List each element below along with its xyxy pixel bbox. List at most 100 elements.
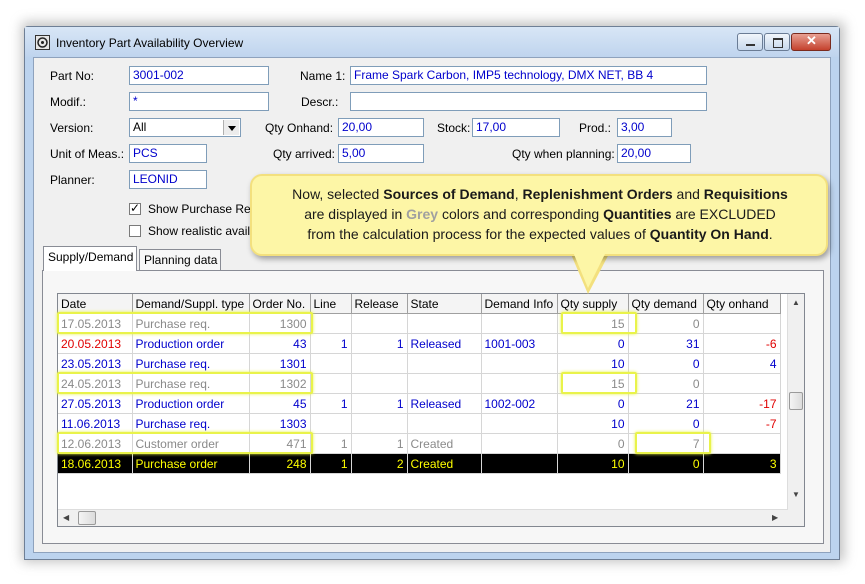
- empty-cell: [703, 474, 780, 494]
- version-value: All: [133, 120, 147, 134]
- cell-release: 1: [351, 393, 408, 414]
- callout-text-part: Now, selected: [292, 186, 384, 202]
- horizontal-scrollbar[interactable]: ◀ ▶: [58, 509, 788, 526]
- cell-line: [310, 313, 352, 334]
- cell-demand-info: [481, 313, 558, 334]
- close-icon: ✕: [806, 33, 817, 48]
- qty-onhand-field[interactable]: 20,00: [338, 118, 424, 137]
- cell-date: 20.05.2013: [58, 333, 133, 354]
- cell-qty-onhand: 4: [703, 353, 781, 374]
- cell-line: [310, 413, 352, 434]
- show-purchase-checkbox[interactable]: [129, 201, 141, 215]
- vertical-scroll-thumb[interactable]: [789, 392, 803, 410]
- cell-type: Purchase req.: [132, 413, 250, 434]
- col-type[interactable]: Demand/Suppl. type: [132, 294, 250, 314]
- prod-field[interactable]: 3,00: [617, 118, 672, 137]
- col-release[interactable]: Release: [351, 294, 408, 314]
- col-demand-info[interactable]: Demand Info: [481, 294, 558, 314]
- qty-planning-field[interactable]: 20,00: [617, 144, 691, 163]
- empty-cell: [132, 474, 249, 494]
- tab-supply-demand[interactable]: Supply/Demand: [43, 246, 137, 271]
- cell-state: [407, 353, 482, 374]
- callout-text-part: colors and corresponding: [438, 206, 604, 222]
- col-qty-supply[interactable]: Qty supply: [557, 294, 629, 314]
- qty-arrived-field[interactable]: 5,00: [338, 144, 424, 163]
- chevron-down-icon[interactable]: [223, 120, 239, 135]
- cell-line: 1: [310, 333, 352, 354]
- cell-state: [407, 413, 482, 434]
- qty-planning-label: Qty when planning:: [512, 147, 615, 161]
- cell-qty-supply: 0: [557, 433, 629, 454]
- cell-state: Released: [407, 393, 482, 414]
- cell-qty-supply: 0: [557, 393, 629, 414]
- cell-qty-onhand: [703, 373, 781, 394]
- scroll-down-icon[interactable]: ▼: [792, 490, 800, 499]
- uom-label: Unit of Meas.:: [50, 147, 125, 161]
- scroll-right-icon[interactable]: ▶: [772, 513, 778, 522]
- callout-tail-inner: [573, 252, 606, 288]
- empty-cell: [58, 474, 132, 494]
- show-purchase-label: Show Purchase Re: [148, 202, 251, 216]
- tab-planning-data[interactable]: Planning data: [139, 249, 221, 271]
- col-qty-onhand[interactable]: Qty onhand: [703, 294, 781, 314]
- callout-text-part: are displayed in: [304, 206, 407, 222]
- version-combo[interactable]: All: [129, 118, 241, 137]
- cell-qty-supply: 10: [557, 413, 629, 434]
- scroll-up-icon[interactable]: ▲: [792, 298, 800, 307]
- cell-release: 2: [351, 453, 408, 474]
- horizontal-scroll-thumb[interactable]: [78, 511, 96, 525]
- planner-field[interactable]: LEONID: [129, 170, 207, 189]
- vertical-scrollbar[interactable]: ▲ ▼: [787, 294, 804, 526]
- callout-bold-sources: Sources of Demand: [383, 186, 515, 202]
- table-row[interactable]: 27.05.2013 Production order 45 1 1 Released 10…: [58, 393, 781, 414]
- modif-field[interactable]: *: [129, 92, 269, 111]
- show-realistic-checkbox[interactable]: [129, 225, 141, 237]
- stock-label: Stock:: [437, 121, 471, 135]
- callout-text: Now, selected Sources of Demand, Repleni…: [260, 184, 820, 244]
- col-state[interactable]: State: [407, 294, 482, 314]
- uom-field[interactable]: PCS: [129, 144, 207, 163]
- callout-text-part: from the calculation process for the exp…: [307, 226, 650, 242]
- callout-bold-quantities: Quantities: [603, 206, 672, 222]
- highlight-row1-left: [57, 312, 313, 334]
- table-row[interactable]: 18.06.2013 Purchase order 248 1 2 Created 10 0 3: [58, 453, 781, 474]
- cell-line: 1: [310, 433, 352, 454]
- empty-cell: [557, 474, 628, 494]
- col-qty-demand[interactable]: Qty demand: [628, 294, 704, 314]
- col-line[interactable]: Line: [310, 294, 352, 314]
- name1-field[interactable]: Frame Spark Carbon, IMP5 technology, DMX…: [350, 66, 707, 85]
- title-bar[interactable]: Inventory Part Availability Overview ✕: [25, 27, 839, 57]
- grid-header-row: Date Demand/Suppl. type Order No. Line R…: [58, 294, 781, 314]
- empty-row: [58, 474, 780, 494]
- cell-state: Created: [407, 433, 482, 454]
- scroll-left-icon[interactable]: ◀: [63, 513, 69, 522]
- col-order-no[interactable]: Order No.: [249, 294, 311, 314]
- minimize-button[interactable]: [737, 33, 763, 51]
- app-icon: [35, 35, 50, 50]
- part-no-field[interactable]: 3001-002: [129, 66, 269, 85]
- col-date[interactable]: Date: [58, 294, 133, 314]
- stock-field[interactable]: 17,00: [472, 118, 560, 137]
- table-row[interactable]: 11.06.2013 Purchase req. 1303 10 0 -7: [58, 413, 781, 434]
- descr-field[interactable]: [350, 92, 707, 111]
- table-row[interactable]: 23.05.2013 Purchase req. 1301 10 0 4: [58, 353, 781, 374]
- cell-demand-info: [481, 433, 558, 454]
- version-label: Version:: [50, 121, 94, 135]
- cell-order-no: 1303: [249, 413, 311, 434]
- cell-release: [351, 313, 408, 334]
- cell-qty-onhand: 3: [703, 453, 781, 474]
- cell-order-no: 1301: [249, 353, 311, 374]
- qty-onhand-label: Qty Onhand:: [265, 121, 334, 135]
- table-row[interactable]: 20.05.2013 Production order 43 1 1 Released 10…: [58, 333, 781, 354]
- part-no-label: Part No:: [50, 69, 95, 83]
- close-button[interactable]: ✕: [791, 33, 831, 51]
- cell-qty-onhand: -6: [703, 333, 781, 354]
- cell-qty-onhand: [703, 313, 781, 334]
- empty-cell: [628, 474, 703, 494]
- cell-type: Purchase req.: [132, 353, 250, 374]
- cell-qty-demand: 0: [628, 413, 704, 434]
- cell-type: Production order: [132, 333, 250, 354]
- maximize-button[interactable]: [764, 33, 790, 51]
- cell-qty-demand: 0: [628, 453, 704, 474]
- cell-state: [407, 313, 482, 334]
